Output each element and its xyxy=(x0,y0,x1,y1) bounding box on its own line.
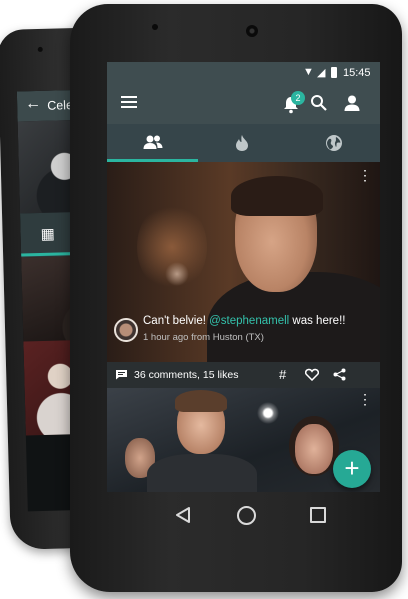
status-bar: ▼ ◢ 15:45 xyxy=(107,62,380,84)
tab-trending[interactable] xyxy=(198,124,289,162)
add-post-button[interactable]: + xyxy=(333,450,371,488)
user-mention-link[interactable]: @stephenamell xyxy=(209,315,289,327)
notification-badge: 2 xyxy=(291,91,305,105)
back-arrow-icon[interactable]: ← xyxy=(25,95,41,113)
account-icon[interactable] xyxy=(343,94,361,112)
wifi-icon: ▼ xyxy=(303,66,314,78)
caption-text-start: Can't belvie! xyxy=(143,315,210,327)
more-options-icon[interactable]: ⋮ xyxy=(358,168,372,182)
person-body xyxy=(147,454,257,492)
avatar[interactable] xyxy=(114,318,138,342)
back-phone-speaker xyxy=(37,46,43,52)
heart-icon[interactable] xyxy=(305,368,319,381)
front-phone: ▼ ◢ 15:45 2 ⋮ Can't belvie! @stephenamel… xyxy=(70,4,402,592)
comment-icon[interactable] xyxy=(115,369,128,380)
hamburger-menu-icon[interactable] xyxy=(121,96,137,108)
more-options-icon[interactable]: ⋮ xyxy=(358,392,372,406)
tab-bar xyxy=(107,124,380,162)
status-time: 15:45 xyxy=(343,67,371,79)
post-action-bar: 36 comments, 15 likes # xyxy=(107,362,380,388)
flame-icon xyxy=(236,135,248,151)
post-stats[interactable]: 36 comments, 15 likes xyxy=(134,369,238,381)
person-hair xyxy=(231,176,323,216)
person-hair xyxy=(175,390,227,412)
nav-home-icon[interactable] xyxy=(237,506,256,525)
phone-screen: ▼ ◢ 15:45 2 ⋮ Can't belvie! @stephenamel… xyxy=(107,62,380,492)
post-meta: 1 hour ago from Huston (TX) xyxy=(143,332,264,343)
front-camera xyxy=(246,25,258,37)
nav-recents-icon[interactable] xyxy=(310,507,326,523)
tab-friends[interactable] xyxy=(107,124,198,162)
signal-icon: ◢ xyxy=(317,67,326,79)
caption-text-end: was here!! xyxy=(289,315,346,327)
tab-world[interactable] xyxy=(289,124,380,162)
grid-icon[interactable]: ▦ xyxy=(40,225,55,243)
globe-icon xyxy=(326,135,342,151)
share-icon[interactable] xyxy=(333,368,346,381)
person-face xyxy=(295,424,333,474)
people-icon xyxy=(143,135,163,149)
battery-icon xyxy=(331,67,337,78)
nav-back-icon[interactable] xyxy=(175,506,191,524)
post-caption: Can't belvie! @stephenamell was here!! xyxy=(143,315,375,327)
camera-flash xyxy=(257,402,279,424)
search-icon[interactable] xyxy=(310,94,328,112)
app-bar: 2 xyxy=(107,84,380,124)
hashtag-icon[interactable]: # xyxy=(279,367,286,382)
bokeh-light xyxy=(165,262,189,286)
front-phone-speaker xyxy=(152,24,158,30)
notifications-button[interactable]: 2 xyxy=(283,91,305,115)
system-nav-bar xyxy=(107,492,380,548)
